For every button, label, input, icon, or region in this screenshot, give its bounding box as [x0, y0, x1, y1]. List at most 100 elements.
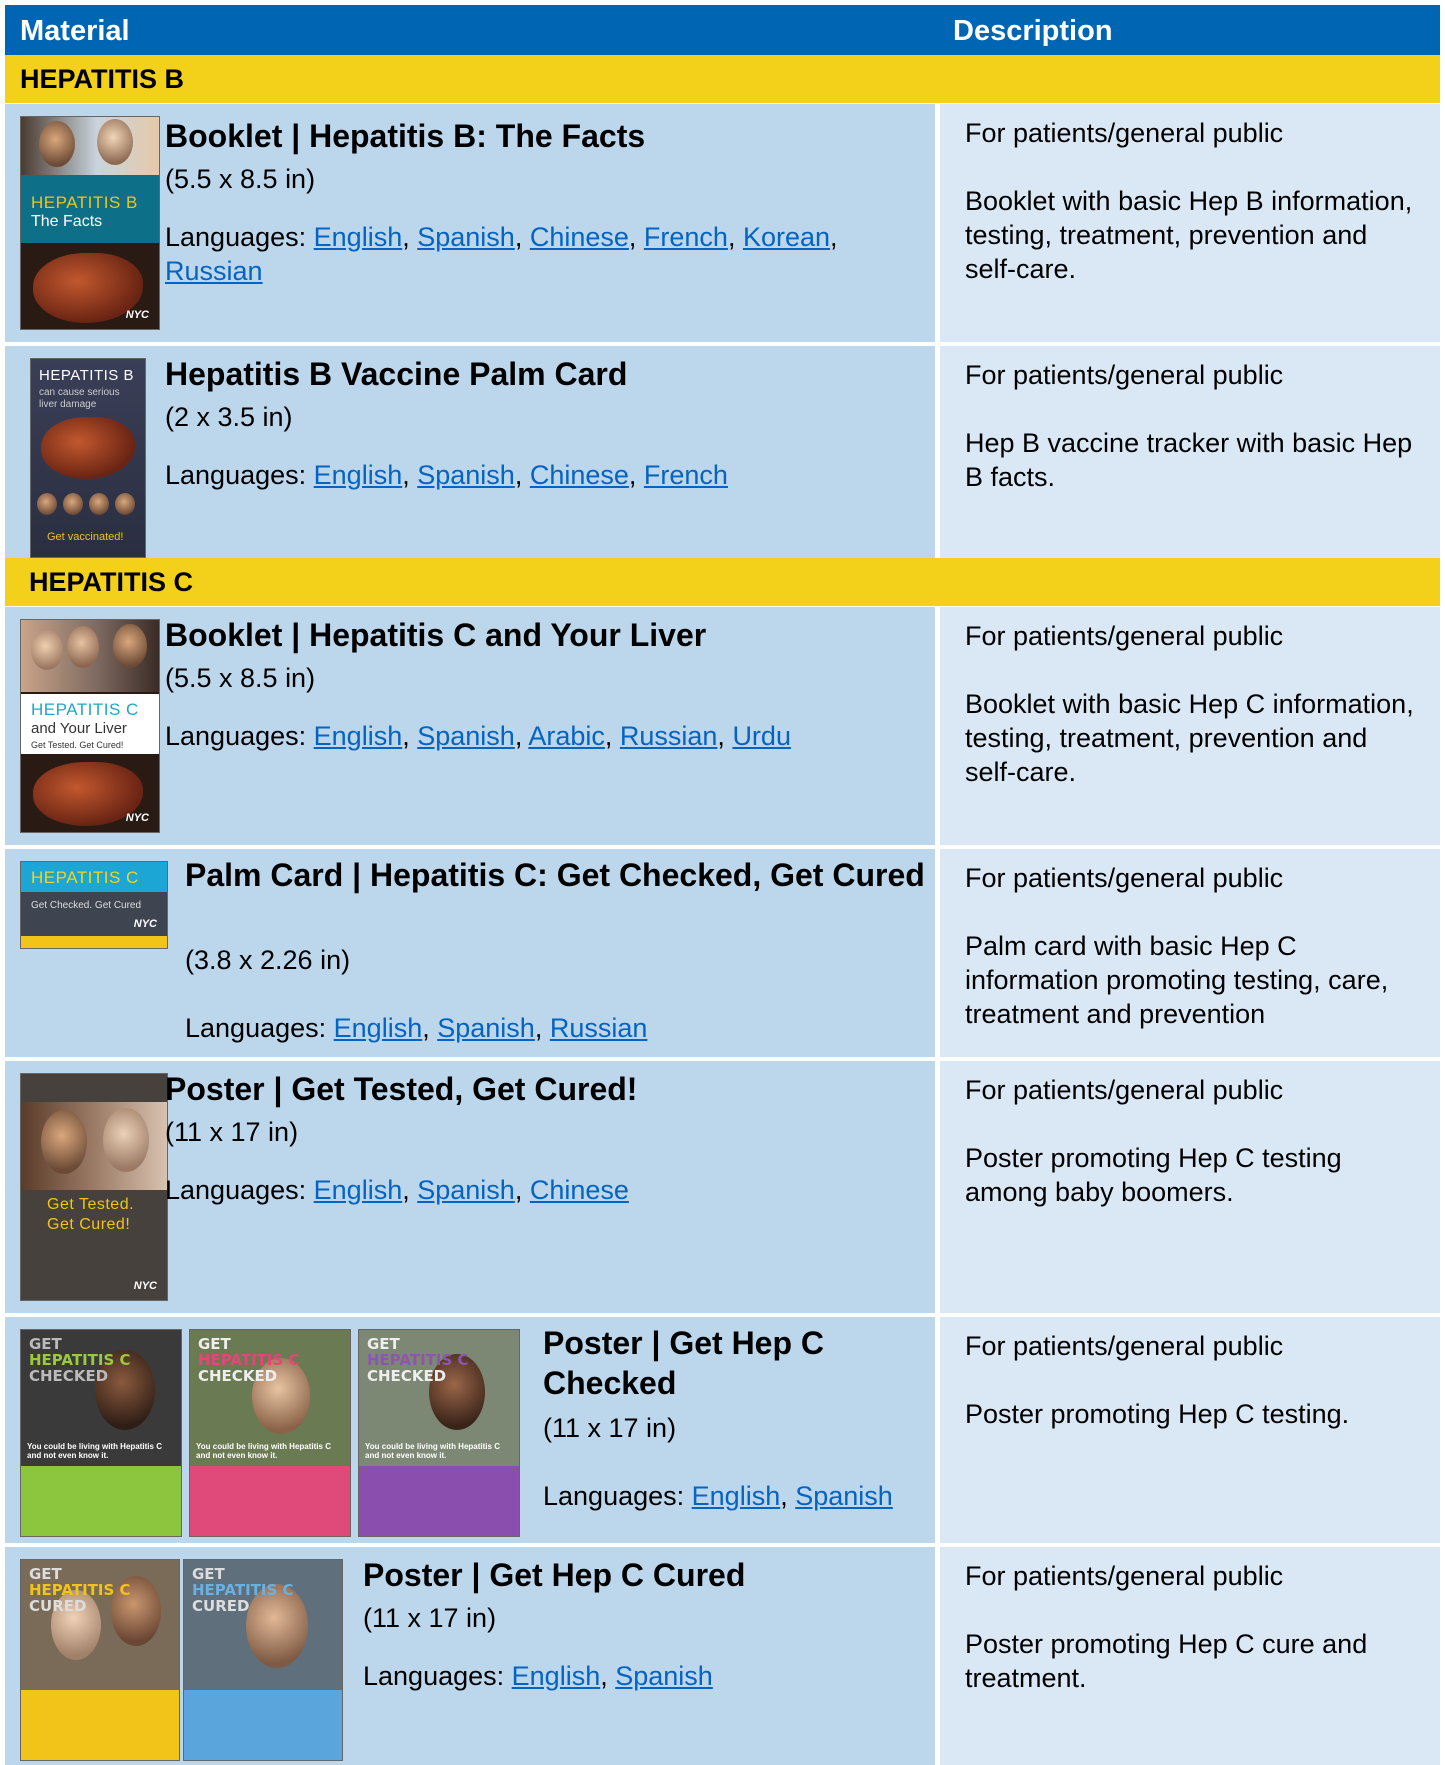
table-row: GET HEPATITIS C CURED GET HEPATITIS C CURED …: [5, 1547, 1440, 1765]
material-cell: Get Tested. Get Cured! NYC Poster | Get …: [5, 1061, 935, 1313]
audience-text: For patients/general public: [965, 1561, 1284, 1591]
link-english[interactable]: English: [334, 1013, 423, 1043]
description-text: Booklet with basic Hep B information, te…: [965, 186, 1413, 284]
link-spanish[interactable]: Spanish: [437, 1013, 535, 1043]
link-spanish[interactable]: Spanish: [417, 460, 515, 490]
section-hepatitis-c: HEPATITIS C: [5, 558, 1440, 606]
table-row: HEPATITIS C and Your Liver Get Tested. G…: [5, 607, 1440, 845]
link-english[interactable]: English: [314, 222, 403, 252]
material-title: Booklet | Hepatitis C and Your Liver: [165, 617, 707, 653]
link-chinese[interactable]: Chinese: [530, 222, 629, 252]
languages: Languages: English, Spanish, Chinese: [165, 1175, 629, 1205]
languages-label: Languages:: [363, 1661, 505, 1691]
booklet-cover-thumbnail: HEPATITIS C and Your Liver Get Tested. G…: [20, 619, 160, 833]
link-spanish[interactable]: Spanish: [615, 1661, 713, 1691]
material-size: (5.5 x 8.5 in): [165, 164, 316, 194]
languages-label: Languages:: [165, 460, 307, 490]
languages: Languages: English, Spanish: [363, 1661, 713, 1691]
table-row: HEPATITIS C Get Checked. Get Cured NYC P…: [5, 849, 1440, 1057]
thumb-subtitle: and Your Liver: [31, 720, 127, 737]
languages-label: Languages:: [165, 1175, 307, 1205]
description-text: Booklet with basic Hep C information, te…: [965, 689, 1414, 787]
table-row: HEPATITIS B can cause serious liver dama…: [5, 346, 1440, 558]
description-text: Poster promoting Hep C cure and treatmen…: [965, 1629, 1368, 1693]
description-cell: For patients/general public Booklet with…: [940, 104, 1440, 342]
material-cell: HEPATITIS C and Your Liver Get Tested. G…: [5, 607, 935, 845]
audience-text: For patients/general public: [965, 1075, 1284, 1105]
material-size: (11 x 17 in): [165, 1117, 299, 1147]
description-cell: For patients/general public Hep B vaccin…: [940, 346, 1440, 558]
thumb-title: HEPATITIS C: [31, 700, 139, 719]
link-spanish[interactable]: Spanish: [417, 721, 515, 751]
link-korean[interactable]: Korean: [743, 222, 830, 252]
section-title: HEPATITIS B: [20, 64, 185, 94]
link-english[interactable]: English: [692, 1481, 781, 1511]
material-size: (3.8 x 2.26 in): [185, 945, 351, 975]
thumb-line1: Get Tested.: [47, 1196, 135, 1213]
link-chinese[interactable]: Chinese: [530, 460, 629, 490]
languages-label: Languages:: [185, 1013, 327, 1043]
languages: Languages: English, Spanish: [543, 1481, 893, 1511]
poster-thumbnail-pink: GET HEPATITIS C CHECKED You could be livin…: [189, 1329, 351, 1537]
link-russian[interactable]: Russian: [550, 1013, 648, 1043]
table-row: Get Tested. Get Cured! NYC Poster | Get …: [5, 1061, 1440, 1313]
link-english[interactable]: English: [512, 1661, 601, 1691]
thumb-title: HEPATITIS C: [31, 868, 139, 887]
link-spanish[interactable]: Spanish: [417, 222, 515, 252]
nyc-logo: NYC: [133, 1280, 157, 1292]
table-header: Material Description: [5, 5, 1440, 55]
palm-card-thumbnail: HEPATITIS C Get Checked. Get Cured NYC: [20, 861, 168, 949]
link-russian[interactable]: Russian: [165, 256, 263, 286]
material-size: (5.5 x 8.5 in): [165, 663, 316, 693]
material-title: Poster | Get Hep C Cured: [363, 1557, 746, 1593]
description-text: Poster promoting Hep C testing.: [965, 1399, 1350, 1429]
languages: Languages: English, Spanish, Russian: [185, 1013, 648, 1043]
nyc-logo: NYC: [125, 309, 149, 321]
material-title: Poster | Get Tested, Get Cured!: [165, 1071, 638, 1107]
audience-text: For patients/general public: [965, 621, 1284, 651]
poster-thumbnail: Get Tested. Get Cured! NYC: [20, 1073, 168, 1301]
link-french[interactable]: French: [644, 222, 728, 252]
thumb-text: GET HEPATITIS C CHECKED: [198, 1335, 300, 1385]
material-size: (11 x 17 in): [363, 1603, 497, 1633]
thumb-title: HEPATITIS B: [31, 193, 138, 212]
languages-label: Languages:: [543, 1481, 685, 1511]
table-row: GET HEPATITIS C CHECKED You could be livin…: [5, 1317, 1440, 1543]
link-urdu[interactable]: Urdu: [732, 721, 791, 751]
link-english[interactable]: English: [314, 460, 403, 490]
thumb-subtitle: Get Checked. Get Cured: [31, 900, 142, 911]
link-english[interactable]: English: [314, 721, 403, 751]
poster-thumbnail-blue: GET HEPATITIS C CURED: [183, 1559, 343, 1761]
material-cell: GET HEPATITIS C CHECKED You could be livin…: [5, 1317, 935, 1543]
nyc-logo: NYC: [125, 812, 149, 824]
poster-thumbnail-green: GET HEPATITIS C CHECKED You could be livin…: [20, 1329, 182, 1537]
poster-thumbnail-purple: GET HEPATITIS C CHECKED You could be livin…: [358, 1329, 520, 1537]
link-chinese[interactable]: Chinese: [530, 1175, 629, 1205]
languages-label: Languages:: [165, 721, 307, 751]
thumb-text: GET HEPATITIS C CHECKED: [29, 1335, 131, 1385]
material-size: (2 x 3.5 in): [165, 402, 293, 432]
thumb-title: HEPATITIS B: [39, 367, 134, 384]
audience-text: For patients/general public: [965, 863, 1284, 893]
thumb-subtitle: can cause serious liver damage: [39, 387, 120, 410]
table-row: HEPATITIS B The Facts NYC Booklet | Hepa…: [5, 104, 1440, 342]
material-cell: HEPATITIS C Get Checked. Get Cured NYC P…: [5, 849, 935, 1057]
languages: Languages: English, Spanish, Arabic, Rus…: [165, 721, 791, 751]
material-column-header: Material: [20, 15, 130, 47]
palm-card-thumbnail: HEPATITIS B can cause serious liver dama…: [30, 358, 146, 558]
link-arabic[interactable]: Arabic: [528, 721, 605, 751]
section-title: HEPATITIS C: [29, 567, 194, 597]
nyc-logo: NYC: [133, 918, 157, 930]
material-title: Hepatitis B Vaccine Palm Card: [165, 356, 628, 392]
languages: Languages: English, Spanish, Chinese, Fr…: [165, 460, 728, 490]
description-cell: For patients/general public Palm card wi…: [940, 849, 1440, 1057]
link-spanish[interactable]: Spanish: [795, 1481, 893, 1511]
link-english[interactable]: English: [314, 1175, 403, 1205]
description-cell: For patients/general public Booklet with…: [940, 607, 1440, 845]
link-french[interactable]: French: [644, 460, 728, 490]
description-text: Poster promoting Hep C testing among bab…: [965, 1143, 1342, 1207]
link-russian[interactable]: Russian: [620, 721, 718, 751]
link-spanish[interactable]: Spanish: [417, 1175, 515, 1205]
description-cell: For patients/general public Poster promo…: [940, 1547, 1440, 1765]
languages: Languages: English, Spanish, Chinese, Fr…: [165, 222, 838, 286]
